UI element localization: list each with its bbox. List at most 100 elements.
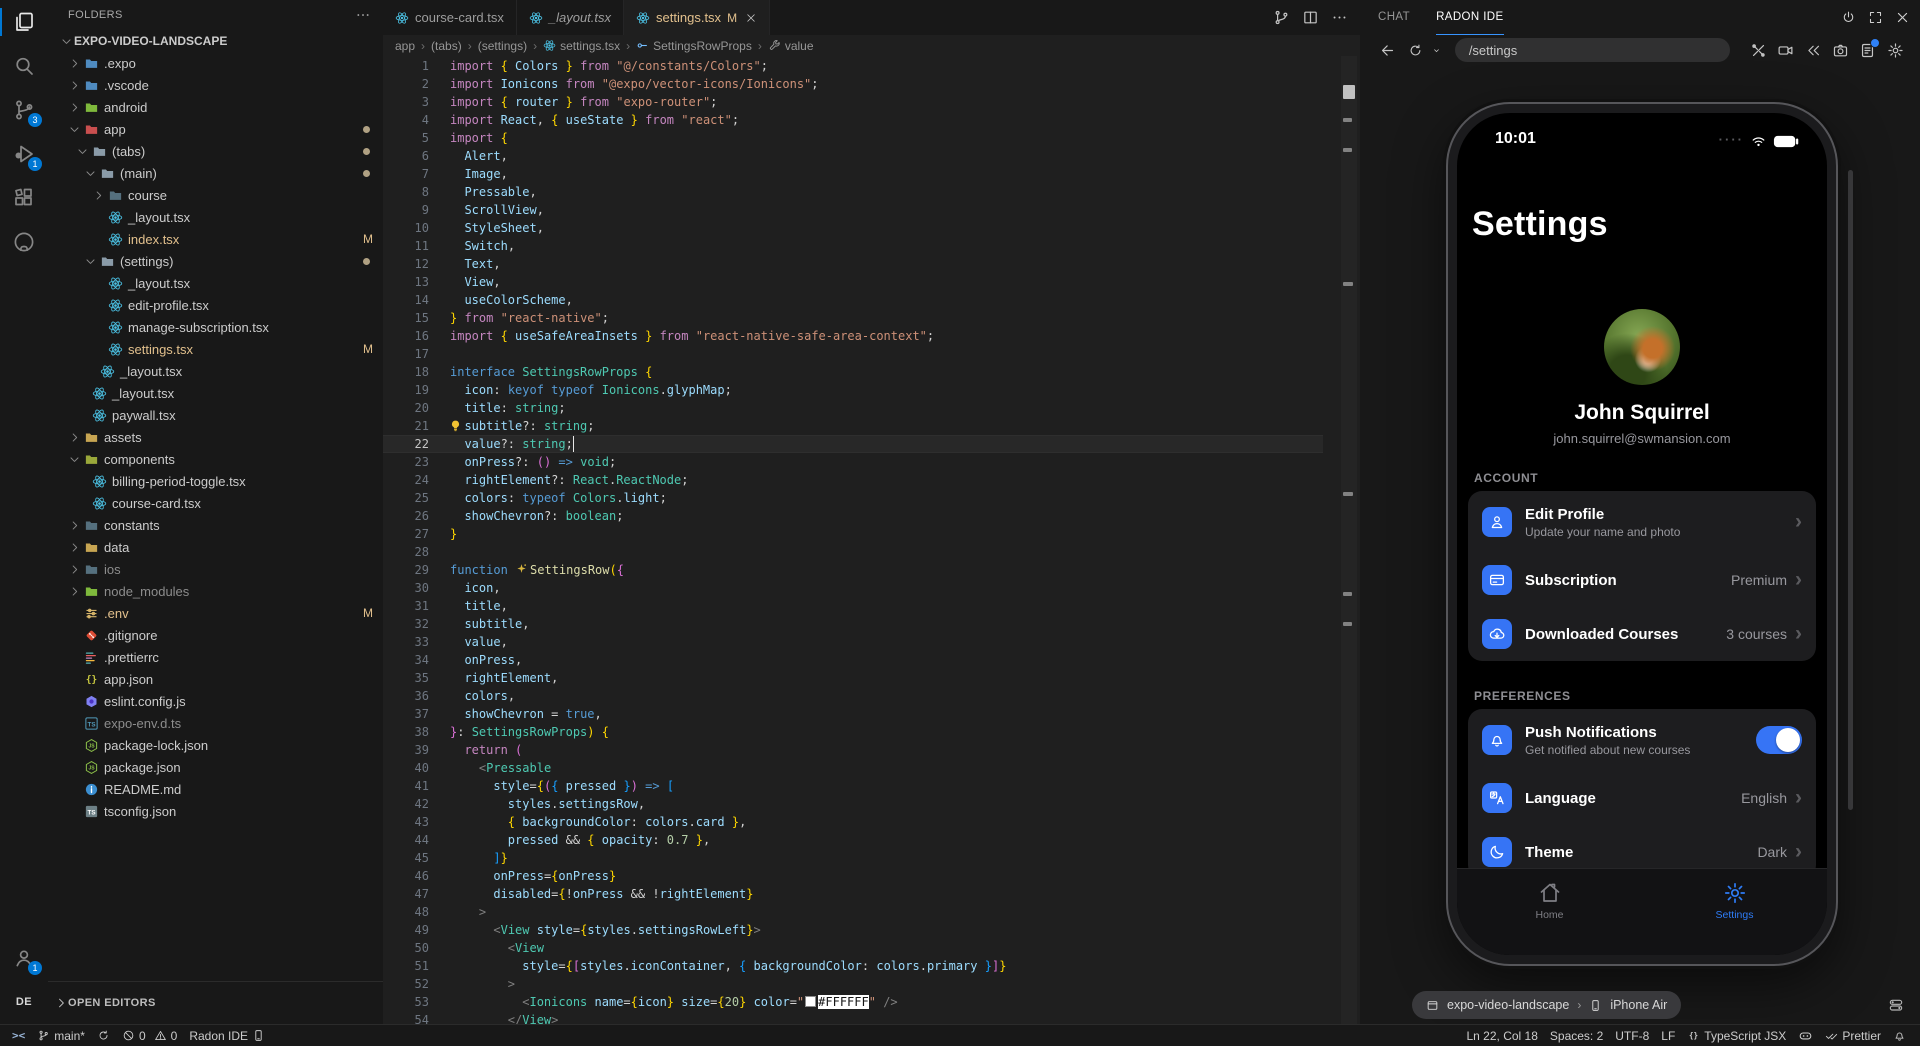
breadcrumb-item[interactable]: (settings) <box>478 39 527 53</box>
tree-item[interactable]: android <box>48 96 383 118</box>
tree-item[interactable]: app <box>48 118 383 140</box>
encoding[interactable]: UTF-8 <box>1609 1025 1655 1046</box>
activitybar-source-control[interactable]: 3 <box>0 88 48 132</box>
tree-item[interactable]: JSpackage.json <box>48 756 383 778</box>
tree-item[interactable]: _layout.tsx <box>48 382 383 404</box>
cursor-position[interactable]: Ln 22, Col 18 <box>1461 1025 1544 1046</box>
activitybar-extensions[interactable] <box>0 176 48 220</box>
tab-_layout.tsx[interactable]: _layout.tsx <box>517 0 624 35</box>
minimap[interactable] <box>1341 56 1357 1024</box>
dev-tools-icon[interactable] <box>1748 39 1769 61</box>
tree-item[interactable]: node_modules <box>48 580 383 602</box>
fit-screen-icon[interactable] <box>1868 10 1883 25</box>
copilot-status[interactable] <box>1792 1025 1819 1046</box>
tree-item[interactable]: .vscode <box>48 74 383 96</box>
branch-status[interactable]: main* <box>31 1025 91 1046</box>
phone-tab-settings[interactable]: Settings <box>1642 869 1827 955</box>
logs-icon[interactable] <box>1857 39 1878 61</box>
url-input[interactable]: /settings <box>1455 38 1730 62</box>
tree-item[interactable]: _layout.tsx <box>48 272 383 294</box>
indentation[interactable]: Spaces: 2 <box>1544 1025 1609 1046</box>
settings-icon[interactable] <box>1885 39 1906 61</box>
tree-item[interactable]: _layout.tsx <box>48 206 383 228</box>
close-icon[interactable] <box>1895 10 1910 25</box>
problems-status[interactable]: 00 <box>116 1025 183 1046</box>
tree-item[interactable]: .prettierrc <box>48 646 383 668</box>
lightbulb-icon[interactable] <box>449 419 462 432</box>
tree-item[interactable]: index.tsxM <box>48 228 383 250</box>
screenshot-icon[interactable] <box>1830 39 1851 61</box>
device-selector[interactable]: expo-video-landscape›iPhone Air <box>1412 991 1681 1019</box>
close-icon[interactable] <box>745 12 757 24</box>
tree-item[interactable]: assets <box>48 426 383 448</box>
phone-tab-home[interactable]: Home <box>1457 869 1642 955</box>
tree-item[interactable]: .expo <box>48 52 383 74</box>
language-mode[interactable]: {}TypeScript JSX <box>1681 1025 1792 1046</box>
tree-item[interactable]: .gitignore <box>48 624 383 646</box>
activitybar-github[interactable] <box>0 220 48 264</box>
tree-item[interactable]: course-card.tsx <box>48 492 383 514</box>
folders-more-icon[interactable] <box>355 7 371 23</box>
activitybar-accounts[interactable]: 1 <box>0 936 48 980</box>
tree-item[interactable]: constants <box>48 514 383 536</box>
breadcrumb-item[interactable]: settings.tsx <box>543 39 620 53</box>
tree-item[interactable]: TStsconfig.json <box>48 800 383 822</box>
source-control-graph-icon[interactable] <box>1273 9 1290 26</box>
more-actions-icon[interactable] <box>1331 9 1348 26</box>
settings-row-language[interactable]: LanguageEnglish› <box>1468 771 1816 825</box>
tree-item[interactable]: JSpackage-lock.json <box>48 734 383 756</box>
toggle-switch[interactable] <box>1756 726 1802 754</box>
tree-item[interactable]: course <box>48 184 383 206</box>
tab-course-card.tsx[interactable]: course-card.tsx <box>383 0 517 35</box>
settings-row-edit-profile[interactable]: Edit ProfileUpdate your name and photo› <box>1468 491 1816 553</box>
breadcrumb-item[interactable]: (tabs) <box>431 39 462 53</box>
activitybar-explorer[interactable] <box>0 0 48 44</box>
panel-tab-radon-ide[interactable]: RADON IDE <box>1436 0 1504 35</box>
remote-indicator[interactable]: >< <box>6 1025 31 1046</box>
tree-item[interactable]: README.md <box>48 778 383 800</box>
tree-item[interactable]: {}app.json <box>48 668 383 690</box>
tree-item[interactable]: (tabs) <box>48 140 383 162</box>
tree-item[interactable]: paywall.tsx <box>48 404 383 426</box>
tree-item[interactable]: data <box>48 536 383 558</box>
code-editor[interactable]: 1import { Colors } from "@/constants/Col… <box>383 56 1360 1024</box>
power-icon[interactable] <box>1841 10 1856 25</box>
tree-item[interactable]: _layout.tsx <box>48 360 383 382</box>
tree-item[interactable]: TSexpo-env.d.ts <box>48 712 383 734</box>
iphone-screen[interactable]: 10:01····SettingsJohn Squirreljohn.squir… <box>1457 113 1827 955</box>
tab-settings.tsx[interactable]: settings.tsxM <box>624 0 770 35</box>
radon-ide-status[interactable]: Radon IDE <box>183 1025 271 1046</box>
replay-icon[interactable] <box>1802 39 1823 61</box>
tree-item[interactable]: (settings) <box>48 250 383 272</box>
record-screen-icon[interactable] <box>1775 39 1796 61</box>
breadcrumb-item[interactable]: app <box>395 39 415 53</box>
tree-item[interactable]: settings.tsxM <box>48 338 383 360</box>
breadcrumb-item[interactable]: value <box>768 39 814 53</box>
tree-item[interactable]: manage-subscription.tsx <box>48 316 383 338</box>
reload-dropdown-icon[interactable] <box>1432 46 1441 55</box>
tree-item[interactable]: billing-period-toggle.tsx <box>48 470 383 492</box>
sync-status[interactable] <box>91 1025 116 1046</box>
settings-row-subscription[interactable]: SubscriptionPremium› <box>1468 553 1816 607</box>
tree-item[interactable]: edit-profile.tsx <box>48 294 383 316</box>
activitybar-search[interactable] <box>0 44 48 88</box>
formatter-status[interactable]: Prettier <box>1819 1025 1887 1046</box>
panel-scrollbar[interactable] <box>1848 170 1853 810</box>
breadcrumb-item[interactable]: SettingsRowProps <box>636 39 752 53</box>
eol[interactable]: LF <box>1655 1025 1681 1046</box>
tree-item[interactable]: ios <box>48 558 383 580</box>
back-icon[interactable] <box>1377 39 1398 61</box>
device-settings-icon[interactable] <box>1888 997 1904 1013</box>
tree-item[interactable]: (main) <box>48 162 383 184</box>
notifications-bell[interactable] <box>1887 1025 1912 1046</box>
open-editors-section[interactable]: OPEN EDITORS <box>48 981 383 1024</box>
split-editor-icon[interactable] <box>1302 9 1319 26</box>
activitybar-run-debug[interactable]: 1 <box>0 132 48 176</box>
tree-root[interactable]: EXPO-VIDEO-LANDSCAPE <box>48 30 383 52</box>
settings-row-downloaded-courses[interactable]: Downloaded Courses3 courses› <box>1468 607 1816 661</box>
panel-tab-chat[interactable]: CHAT <box>1378 0 1410 35</box>
activitybar-radon-ide[interactable]: DE <box>0 980 48 1024</box>
tree-item[interactable]: .envM <box>48 602 383 624</box>
tree-item[interactable]: components <box>48 448 383 470</box>
tree-item[interactable]: eslint.config.js <box>48 690 383 712</box>
